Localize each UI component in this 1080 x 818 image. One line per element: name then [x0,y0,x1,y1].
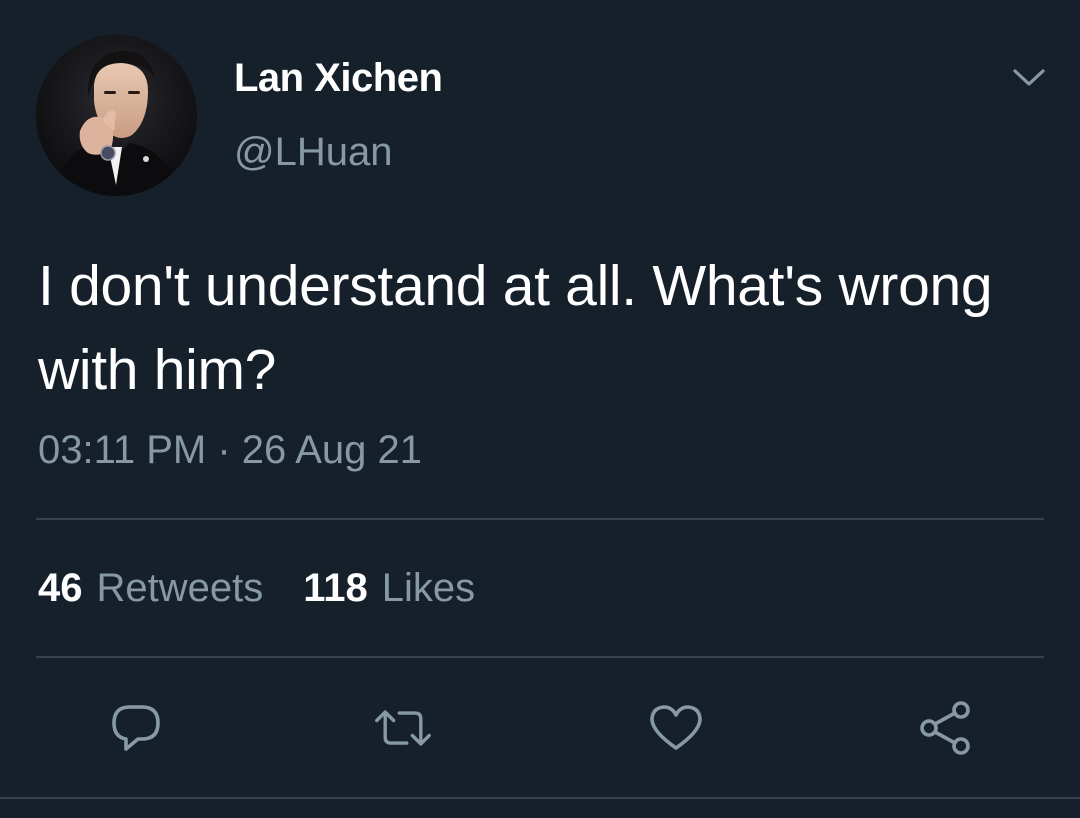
retweets-label: Retweets [96,566,264,610]
retweets-stat[interactable]: 46 Retweets [38,566,263,611]
likes-stat[interactable]: 118 Likes [303,566,475,611]
avatar-image [36,35,197,196]
divider [36,656,1044,658]
tweet-text: I don't understand at all. What's wrong … [38,254,993,402]
tweet-detail: Lan Xichen @LHuan I don't understand at … [0,0,1080,818]
reply-button[interactable] [106,698,166,758]
likes-count: 118 [303,566,368,610]
user-handle[interactable]: @LHuan [234,130,392,175]
more-options-button[interactable] [1004,58,1054,98]
reply-icon [112,705,160,751]
heart-icon [650,705,702,750]
retweet-button[interactable] [373,698,433,758]
like-button[interactable] [646,698,706,758]
chevron-down-icon [1013,69,1045,86]
tweet-timestamp: 03:11 PM · 26 Aug 21 [38,428,422,472]
share-button[interactable] [916,698,976,758]
engagement-stats: 46 Retweets 118 Likes [38,566,475,611]
display-name[interactable]: Lan Xichen [234,56,443,101]
divider [36,518,1044,520]
share-icon [920,701,970,755]
likes-label: Likes [381,566,476,610]
retweets-count: 46 [38,566,83,610]
divider [0,797,1080,799]
retweet-icon [375,710,431,746]
avatar[interactable] [36,35,197,196]
